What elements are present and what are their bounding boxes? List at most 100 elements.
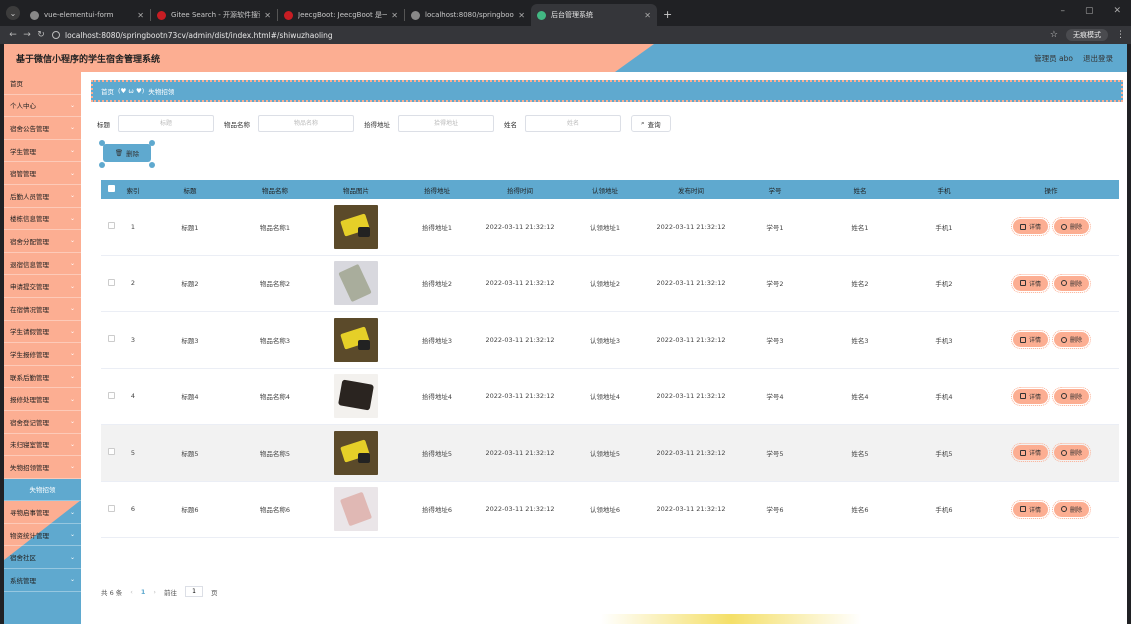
sidebar-item-label: 宿舍分配管理 [10,237,49,246]
maximize-icon[interactable]: ▢ [1085,6,1094,16]
sidebar-item[interactable]: 系统管理 ⌄ [4,569,81,592]
row-select-cell [101,335,121,344]
sidebar-item[interactable]: 首页 [4,72,81,95]
browser-tab[interactable]: Gitee Search - 开源软件搜索 ✕ [151,4,277,26]
sidebar-item[interactable]: 学生管理 ⌄ [4,140,81,163]
tab-search-button[interactable]: ⌄ [6,6,20,20]
sidebar-item[interactable]: 退宿信息管理 ⌄ [4,253,81,276]
sidebar-item[interactable]: 联系后勤管理 ⌄ [4,366,81,389]
page-number[interactable]: 1 [141,588,146,596]
url-field[interactable]: localhost:8080/springbootn73cv/admin/dis… [48,28,1050,42]
row-checkbox[interactable] [107,391,115,399]
sidebar-item[interactable]: 在宿情况管理 ⌄ [4,298,81,321]
browser-menu-icon[interactable]: ⋮ [1116,30,1125,40]
search-icon: ⌕ [641,119,645,127]
delete-button[interactable]: 删除 [1051,273,1092,293]
search-input-item-name[interactable] [258,115,354,132]
tab-title: vue-elementui-form [44,11,114,19]
column-header: 物品名称 [262,186,288,195]
delete-button[interactable]: 删除 [1051,443,1092,463]
delete-button[interactable]: 删除 [1051,499,1092,519]
trash-icon [1061,393,1067,400]
detail-button[interactable]: 详情 [1010,273,1051,293]
item-image[interactable] [334,430,378,475]
item-image[interactable] [334,487,378,532]
tab-close-icon[interactable]: ✕ [391,11,398,20]
sidebar-item[interactable]: 失物招领管理 ⌄ [4,456,81,479]
item-image[interactable] [334,374,378,419]
cell-image [315,204,397,249]
prev-page-icon[interactable]: ‹ [130,588,133,596]
row-checkbox[interactable] [107,448,115,456]
close-window-icon[interactable]: ✕ [1113,6,1121,16]
browser-tab[interactable]: JeecgBoot: JeecgBoot 是一款 ✕ [278,4,404,26]
sidebar-item[interactable]: 学生请假管理 ⌄ [4,321,81,344]
cell-student-no: 学号2 [766,280,784,289]
breadcrumb-home[interactable]: 首页 [101,86,114,96]
cell-publish-time: 2022-03-11 21:32:12 [656,505,726,514]
new-tab-button[interactable]: + [663,8,672,21]
sidebar-subitem[interactable]: 失物招领 [4,478,81,502]
sidebar-item[interactable]: 个人中心 ⌄ [4,95,81,118]
item-image[interactable] [334,204,378,249]
goto-page-input[interactable] [185,586,204,597]
sidebar-item[interactable]: 宿管管理 ⌄ [4,162,81,185]
browser-tab[interactable]: vue-elementui-form ✕ [24,4,150,26]
batch-delete-button[interactable]: 🗑 删除 [99,140,155,162]
select-all-checkbox[interactable] [107,185,115,192]
current-user: 管理员 abo [1034,54,1073,63]
search-input-title[interactable] [118,115,214,132]
tab-title: Gitee Search - 开源软件搜索 [171,11,261,19]
delete-button[interactable]: 删除 [1051,217,1092,237]
sidebar-item[interactable]: 学生报修管理 ⌄ [4,343,81,366]
breadcrumb: 首页 (♥ ω ♥) 失物招领 [91,80,1123,102]
sidebar-item[interactable]: 寻物启事管理 ⌄ [4,501,81,524]
row-checkbox[interactable] [107,222,115,230]
browser-tab[interactable]: localhost:8080/springbootn7 ✕ [405,4,531,26]
bookmark-star-icon[interactable]: ☆ [1050,30,1058,40]
minimize-icon[interactable]: – [1060,6,1065,16]
tab-close-icon[interactable]: ✕ [518,11,525,20]
search-input-name[interactable] [525,115,621,132]
back-icon[interactable]: ← [6,30,20,40]
row-checkbox[interactable] [107,335,115,343]
sidebar-item[interactable]: 宿舍社区 ⌄ [4,546,81,570]
detail-button[interactable]: 详情 [1010,443,1051,463]
cell-index: 2 [130,279,136,288]
logout-link[interactable]: 退出登录 [1083,53,1113,64]
detail-button[interactable]: 详情 [1010,217,1051,237]
tab-close-icon[interactable]: ✕ [137,11,144,20]
search-button[interactable]: ⌕ 查询 [631,115,671,132]
row-checkbox[interactable] [107,278,115,286]
browser-tab[interactable]: 后台管理系统 ✕ [531,4,657,26]
chevron-down-icon: ⌄ [69,237,75,245]
sidebar-item[interactable]: 楼栋信息管理 ⌄ [4,208,81,231]
sidebar-item[interactable]: 申请提交管理 ⌄ [4,275,81,298]
detail-button[interactable]: 详情 [1010,330,1051,350]
sidebar-item[interactable]: 物资统计管理 ⌄ [4,524,81,547]
sidebar-item[interactable]: 未归寝室管理 ⌄ [4,434,81,457]
detail-button[interactable]: 详情 [1010,386,1051,406]
sidebar-item[interactable]: 宿舍分配管理 ⌄ [4,230,81,253]
search-input-found-address[interactable] [398,115,494,132]
detail-button[interactable]: 详情 [1010,499,1051,519]
sidebar-item-label: 宿管管理 [10,170,36,179]
sidebar-item[interactable]: 后勤人员管理 ⌄ [4,185,81,208]
forward-icon[interactable]: → [20,30,34,40]
delete-button[interactable]: 删除 [1051,330,1092,350]
site-info-icon[interactable] [52,31,60,39]
delete-button[interactable]: 删除 [1051,386,1092,406]
reload-icon[interactable]: ↻ [34,30,48,40]
cell-phone: 手机2 [935,280,953,289]
tab-close-icon[interactable]: ✕ [644,11,651,20]
item-image[interactable] [334,261,378,306]
item-image[interactable] [334,317,378,362]
sidebar-item-label: 宿舍登记管理 [10,418,49,427]
sidebar-item[interactable]: 宿舍登记管理 ⌄ [4,411,81,434]
next-page-icon[interactable]: › [153,588,156,596]
tab-close-icon[interactable]: ✕ [264,11,271,20]
sidebar-item[interactable]: 宿舍公告管理 ⌄ [4,117,81,140]
sidebar-item[interactable]: 报修处理管理 ⌄ [4,388,81,411]
row-checkbox[interactable] [107,504,115,512]
incognito-badge[interactable]: 无痕模式 [1066,29,1108,41]
